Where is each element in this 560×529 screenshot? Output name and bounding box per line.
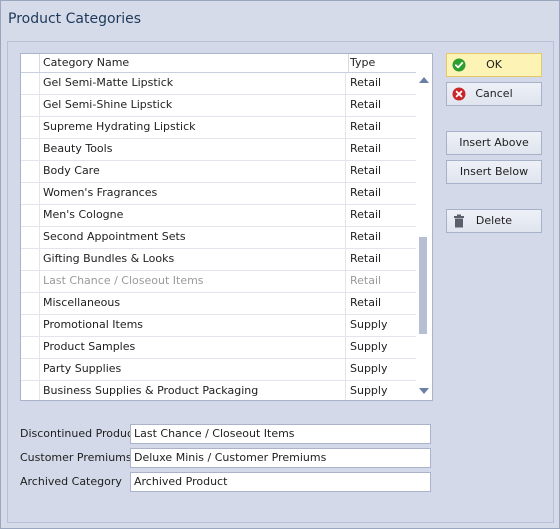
type-cell[interactable]: Retail bbox=[347, 73, 410, 94]
table-row[interactable]: Beauty Tools Retail bbox=[21, 139, 416, 161]
table-row[interactable]: Miscellaneous Retail bbox=[21, 293, 416, 315]
table-row[interactable]: Product Samples Supply bbox=[21, 337, 416, 359]
insert-above-button[interactable]: Insert Above bbox=[446, 131, 542, 155]
table-row[interactable]: Women's Fragrances Retail bbox=[21, 183, 416, 205]
customer-premiums-field[interactable]: Deluxe Minis / Customer Premiums bbox=[130, 448, 431, 468]
category-name-cell[interactable]: Product Samples bbox=[40, 337, 346, 358]
category-name-cell[interactable]: Men's Cologne bbox=[40, 205, 346, 226]
row-indicator[interactable] bbox=[21, 139, 40, 160]
trash-icon bbox=[454, 214, 464, 228]
scroll-down-icon[interactable] bbox=[419, 388, 429, 394]
type-cell[interactable]: Retail bbox=[347, 139, 410, 160]
category-name-cell[interactable]: Gifting Bundles & Looks bbox=[40, 249, 346, 270]
scroll-up-icon[interactable] bbox=[419, 77, 429, 83]
column-header-category-name[interactable]: Category Name bbox=[40, 54, 349, 72]
row-indicator[interactable] bbox=[21, 227, 40, 248]
customer-premiums-label: Customer Premiums bbox=[20, 451, 132, 464]
row-indicator[interactable] bbox=[21, 95, 40, 116]
type-cell[interactable]: Retail bbox=[347, 161, 410, 182]
row-indicator[interactable] bbox=[21, 249, 40, 270]
row-indicator[interactable] bbox=[21, 73, 40, 94]
category-name-cell[interactable]: Promotional Items bbox=[40, 315, 346, 336]
table-row[interactable]: Party Supplies Supply bbox=[21, 359, 416, 381]
table-row[interactable]: Promotional Items Supply bbox=[21, 315, 416, 337]
row-indicator[interactable] bbox=[21, 205, 40, 226]
type-cell[interactable]: Retail bbox=[347, 117, 410, 138]
table-row[interactable]: Second Appointment Sets Retail bbox=[21, 227, 416, 249]
check-circle-icon bbox=[452, 58, 466, 72]
dialog-window: Product Categories Category Name Type Ge… bbox=[0, 0, 560, 529]
row-indicator[interactable] bbox=[21, 271, 40, 292]
insert-below-label: Insert Below bbox=[459, 165, 529, 178]
grid-header: Category Name Type bbox=[21, 54, 416, 73]
column-header-type[interactable]: Type bbox=[347, 54, 410, 72]
category-name-cell[interactable]: Miscellaneous bbox=[40, 293, 346, 314]
row-indicator[interactable] bbox=[21, 359, 40, 380]
scroll-thumb[interactable] bbox=[419, 237, 427, 334]
table-row[interactable]: Last Chance / Closeout Items Retail bbox=[21, 271, 416, 293]
table-row[interactable]: Gel Semi-Shine Lipstick Retail bbox=[21, 95, 416, 117]
type-cell[interactable]: Supply bbox=[347, 337, 410, 358]
row-indicator[interactable] bbox=[21, 381, 40, 400]
ok-button-label: OK bbox=[486, 58, 502, 71]
ok-button[interactable]: OK bbox=[446, 53, 542, 77]
type-cell[interactable]: Retail bbox=[347, 227, 410, 248]
category-name-cell[interactable]: Business Supplies & Product Packaging bbox=[40, 381, 346, 400]
x-circle-icon bbox=[452, 87, 466, 101]
category-name-cell[interactable]: Supreme Hydrating Lipstick bbox=[40, 117, 346, 138]
category-name-cell[interactable]: Party Supplies bbox=[40, 359, 346, 380]
table-row[interactable]: Gifting Bundles & Looks Retail bbox=[21, 249, 416, 271]
row-indicator[interactable] bbox=[21, 117, 40, 138]
table-row[interactable]: Gel Semi-Matte Lipstick Retail bbox=[21, 73, 416, 95]
row-indicator[interactable] bbox=[21, 161, 40, 182]
category-name-cell[interactable]: Gel Semi-Shine Lipstick bbox=[40, 95, 346, 116]
type-cell[interactable]: Retail bbox=[347, 205, 410, 226]
grid-rows: Gel Semi-Matte Lipstick Retail Gel Semi-Sh… bbox=[21, 73, 416, 400]
row-indicator[interactable] bbox=[21, 183, 40, 204]
type-cell[interactable]: Retail bbox=[347, 95, 410, 116]
archived-category-label: Archived Category bbox=[20, 475, 122, 488]
window-title: Product Categories bbox=[8, 11, 142, 27]
cancel-button-label: Cancel bbox=[475, 87, 513, 100]
insert-below-button[interactable]: Insert Below bbox=[446, 160, 542, 184]
type-cell[interactable]: Retail bbox=[347, 293, 410, 314]
row-indicator[interactable] bbox=[21, 315, 40, 336]
category-name-cell[interactable]: Body Care bbox=[40, 161, 346, 182]
table-row[interactable]: Supreme Hydrating Lipstick Retail bbox=[21, 117, 416, 139]
insert-above-label: Insert Above bbox=[459, 136, 529, 149]
type-cell[interactable]: Supply bbox=[347, 381, 410, 400]
header-indicator bbox=[21, 54, 40, 72]
table-row[interactable]: Men's Cologne Retail bbox=[21, 205, 416, 227]
category-name-cell[interactable]: Gel Semi-Matte Lipstick bbox=[40, 73, 346, 94]
row-indicator[interactable] bbox=[21, 293, 40, 314]
discontinued-product-label: Discontinued Product bbox=[20, 427, 138, 440]
type-cell[interactable]: Retail bbox=[347, 183, 410, 204]
discontinued-product-field[interactable]: Last Chance / Closeout Items bbox=[130, 424, 431, 444]
table-row[interactable]: Body Care Retail bbox=[21, 161, 416, 183]
type-cell[interactable]: Retail bbox=[347, 271, 410, 292]
delete-button[interactable]: Delete bbox=[446, 209, 542, 233]
table-row[interactable]: Business Supplies & Product Packaging Sup… bbox=[21, 381, 416, 400]
type-cell[interactable]: Supply bbox=[347, 359, 410, 380]
category-name-cell[interactable]: Second Appointment Sets bbox=[40, 227, 346, 248]
row-indicator[interactable] bbox=[21, 337, 40, 358]
cancel-button[interactable]: Cancel bbox=[446, 82, 542, 106]
vertical-scrollbar[interactable] bbox=[416, 73, 432, 400]
type-cell[interactable]: Retail bbox=[347, 249, 410, 270]
category-name-cell[interactable]: Last Chance / Closeout Items bbox=[40, 271, 346, 292]
categories-grid[interactable]: Category Name Type Gel Semi-Matte Lipsti… bbox=[20, 53, 433, 401]
type-cell[interactable]: Supply bbox=[347, 315, 410, 336]
delete-button-label: Delete bbox=[475, 214, 513, 227]
archived-category-field[interactable]: Archived Product bbox=[130, 472, 431, 492]
category-name-cell[interactable]: Women's Fragrances bbox=[40, 183, 346, 204]
category-name-cell[interactable]: Beauty Tools bbox=[40, 139, 346, 160]
